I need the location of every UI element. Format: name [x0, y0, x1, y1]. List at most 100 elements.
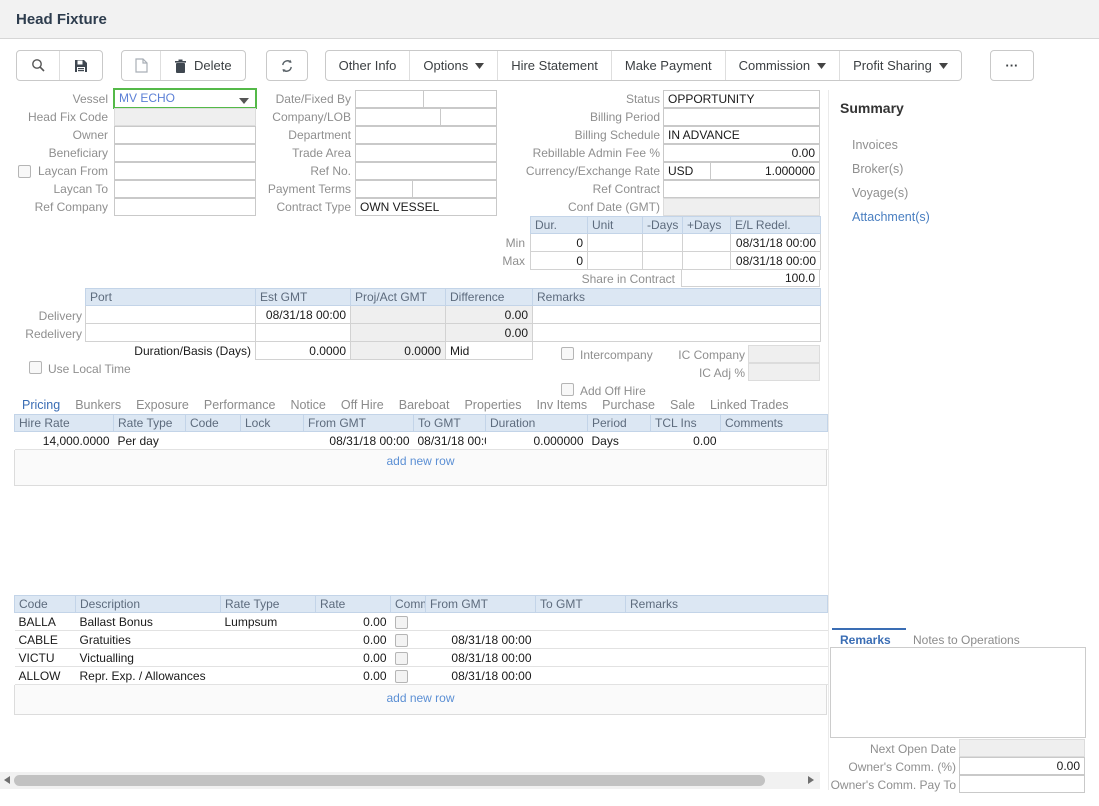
tcl-ins-cell[interactable]: 0.00	[651, 432, 721, 450]
to-gmt-cell[interactable]: 08/31/18 00:00	[414, 432, 486, 450]
charge-to-gmt-cell[interactable]	[536, 631, 626, 649]
owners-comm-pay-to-field[interactable]	[959, 775, 1085, 793]
billing-period-field[interactable]	[663, 108, 820, 126]
comm-checkbox[interactable]	[395, 652, 408, 665]
use-local-time-checkbox[interactable]	[29, 361, 42, 374]
min-el-redel-cell[interactable]: 08/31/18 00:00	[731, 234, 821, 252]
charge-code-cell[interactable]: CABLE	[15, 631, 76, 649]
horizontal-scrollbar[interactable]	[0, 772, 820, 789]
charge-remarks-cell[interactable]	[626, 631, 828, 649]
scroll-right-arrow-icon[interactable]	[808, 776, 814, 784]
share-in-contract-field[interactable]: 100.0	[681, 269, 820, 287]
max-el-redel-cell[interactable]: 08/31/18 00:00	[731, 252, 821, 270]
summary-item-attachments[interactable]: Attachment(s)	[852, 210, 930, 224]
max-unit-cell[interactable]	[588, 252, 643, 270]
ref-contract-field[interactable]	[663, 180, 820, 198]
owner-field[interactable]	[114, 126, 256, 144]
company-field[interactable]	[355, 108, 441, 126]
scrollbar-thumb[interactable]	[14, 775, 765, 786]
charge-remarks-cell[interactable]	[626, 649, 828, 667]
tab-remarks[interactable]: Remarks	[840, 633, 891, 647]
comm-checkbox[interactable]	[395, 670, 408, 683]
period-cell[interactable]: Days	[588, 432, 651, 450]
summary-item-invoices[interactable]: Invoices	[852, 138, 898, 152]
charge-from-gmt-cell[interactable]: 08/31/18 00:00	[426, 649, 536, 667]
laycan-from-field[interactable]	[114, 162, 256, 180]
charge-rate-type-cell[interactable]	[221, 631, 316, 649]
summary-item-brokers[interactable]: Broker(s)	[852, 162, 903, 176]
charge-code-cell[interactable]: VICTU	[15, 649, 76, 667]
ref-company-field[interactable]	[114, 198, 256, 216]
charge-description-cell[interactable]: Repr. Exp. / Allowances	[76, 667, 221, 685]
scroll-left-arrow-icon[interactable]	[4, 776, 10, 784]
max-minus-days-cell[interactable]	[643, 252, 683, 270]
charge-from-gmt-cell[interactable]: 08/31/18 00:00	[426, 667, 536, 685]
charge-remarks-cell[interactable]	[626, 667, 828, 685]
min-unit-cell[interactable]	[588, 234, 643, 252]
max-plus-days-cell[interactable]	[683, 252, 731, 270]
charge-remarks-cell[interactable]	[626, 613, 828, 631]
rate-type-cell[interactable]: Per day	[114, 432, 186, 450]
charge-description-cell[interactable]: Victualling	[76, 649, 221, 667]
laycan-to-field[interactable]	[114, 180, 256, 198]
charge-code-cell[interactable]: ALLOW	[15, 667, 76, 685]
delivery-est-gmt-cell[interactable]: 08/31/18 00:00	[256, 306, 351, 324]
charge-to-gmt-cell[interactable]	[536, 667, 626, 685]
beneficiary-field[interactable]	[114, 144, 256, 162]
redelivery-remarks-cell[interactable]	[533, 324, 821, 342]
charge-to-gmt-cell[interactable]	[536, 613, 626, 631]
lock-cell[interactable]	[241, 432, 304, 450]
exchange-rate-field[interactable]: 1.000000	[710, 162, 820, 180]
summary-item-voyages[interactable]: Voyage(s)	[852, 186, 908, 200]
delete-button[interactable]: Delete	[160, 51, 245, 80]
comm-checkbox[interactable]	[395, 616, 408, 629]
search-button[interactable]	[17, 51, 59, 80]
payment-terms-code-field[interactable]	[355, 180, 413, 198]
duration-basis-est-cell[interactable]: 0.0000	[256, 342, 351, 360]
ref-no-field[interactable]	[355, 162, 497, 180]
charge-from-gmt-cell[interactable]: 08/31/18 00:00	[426, 631, 536, 649]
charge-rate-cell[interactable]: 0.00	[316, 613, 391, 631]
rebillable-admin-fee-field[interactable]: 0.00	[663, 144, 820, 162]
duration-cell[interactable]: 0.000000	[486, 432, 588, 450]
charge-rate-cell[interactable]: 0.00	[316, 667, 391, 685]
basis-cell[interactable]: Mid	[446, 342, 533, 360]
refresh-button[interactable]	[267, 51, 307, 80]
billing-schedule-field[interactable]: IN ADVANCE	[663, 126, 820, 144]
other-info-button[interactable]: Other Info	[326, 51, 410, 80]
currency-field[interactable]: USD	[663, 162, 711, 180]
tab-notes-to-operations[interactable]: Notes to Operations	[913, 633, 1020, 647]
remarks-textarea[interactable]	[830, 647, 1086, 738]
min-dur-cell[interactable]: 0	[531, 234, 588, 252]
vessel-select[interactable]: MV ECHO	[113, 88, 257, 109]
delivery-port-cell[interactable]	[86, 306, 256, 324]
charges-add-new-row-link[interactable]: add new row	[15, 691, 826, 705]
min-plus-days-cell[interactable]	[683, 234, 731, 252]
date-field[interactable]	[355, 90, 424, 108]
charge-rate-cell[interactable]: 0.00	[316, 649, 391, 667]
comments-cell[interactable]	[721, 432, 828, 450]
hire-statement-button[interactable]: Hire Statement	[497, 51, 611, 80]
owners-comm-field[interactable]: 0.00	[959, 757, 1085, 775]
charge-rate-cell[interactable]: 0.00	[316, 631, 391, 649]
more-button[interactable]: ···	[991, 51, 1033, 80]
options-button[interactable]: Options	[409, 51, 497, 80]
status-field[interactable]: OPPORTUNITY	[663, 90, 820, 108]
max-dur-cell[interactable]: 0	[531, 252, 588, 270]
delivery-remarks-cell[interactable]	[533, 306, 821, 324]
trade-area-field[interactable]	[355, 144, 497, 162]
redelivery-port-cell[interactable]	[86, 324, 256, 342]
hire-rate-cell[interactable]: 14,000.0000	[15, 432, 114, 450]
make-payment-button[interactable]: Make Payment	[611, 51, 725, 80]
save-button[interactable]	[59, 51, 102, 80]
commission-button[interactable]: Commission	[725, 51, 840, 80]
add-off-hire-checkbox[interactable]	[561, 383, 574, 396]
from-gmt-cell[interactable]: 08/31/18 00:00	[304, 432, 414, 450]
comm-checkbox[interactable]	[395, 634, 408, 647]
charge-code-cell[interactable]: BALLA	[15, 613, 76, 631]
intercompany-checkbox[interactable]	[561, 347, 574, 360]
min-minus-days-cell[interactable]	[643, 234, 683, 252]
profit-sharing-button[interactable]: Profit Sharing	[839, 51, 961, 80]
charge-description-cell[interactable]: Gratuities	[76, 631, 221, 649]
charge-rate-type-cell[interactable]	[221, 667, 316, 685]
